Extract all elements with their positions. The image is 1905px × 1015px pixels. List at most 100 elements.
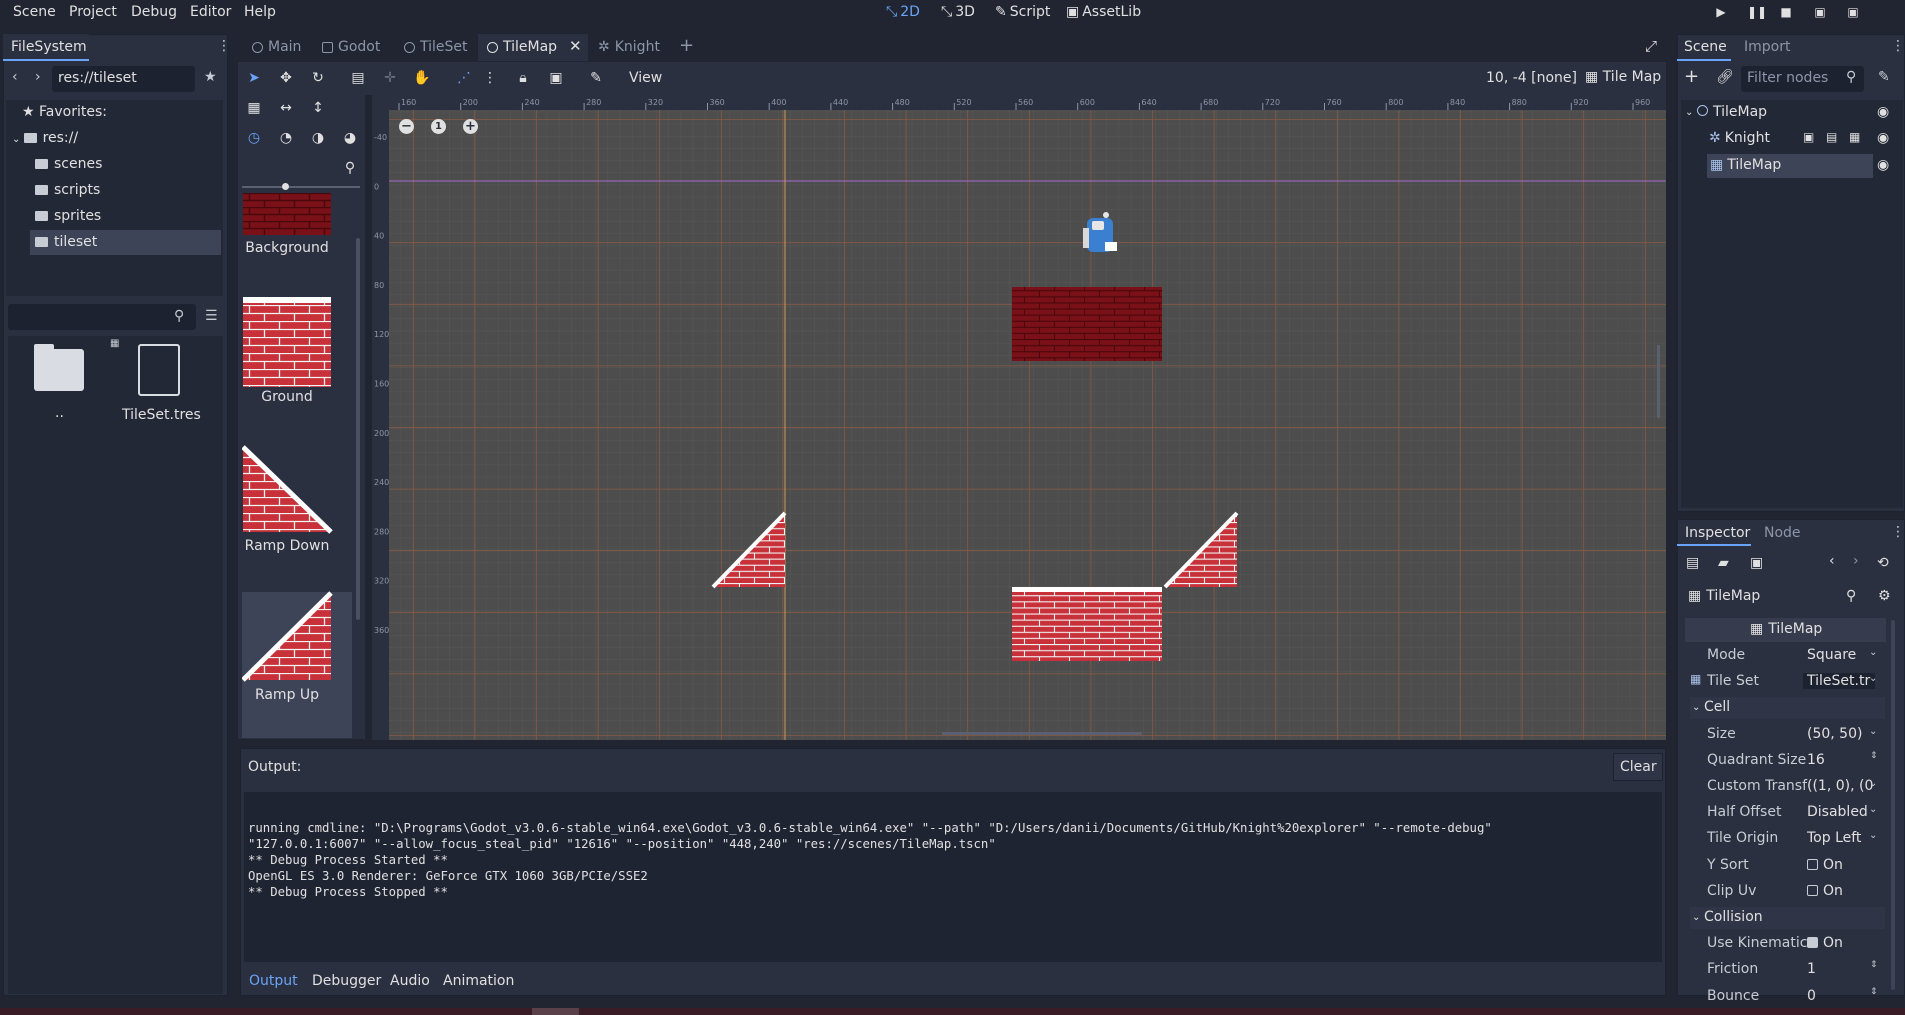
inspector-prop-tile-origin[interactable]: Tile Origin Top Left ⌄: [1690, 828, 1885, 850]
snap-icon[interactable]: ⋰: [454, 68, 474, 88]
new-tab-icon[interactable]: +: [679, 35, 694, 56]
menu-scene[interactable]: Scene: [13, 4, 56, 20]
pan-tool-icon[interactable]: ✋: [412, 68, 432, 88]
file-icon[interactable]: [138, 344, 180, 396]
dock-menu-icon[interactable]: ⋮: [1891, 38, 1905, 54]
scene-node-tilemap-root[interactable]: TileMap: [1697, 104, 1767, 120]
folder-large-icon[interactable]: [34, 349, 84, 391]
tile-label-background[interactable]: Background: [242, 240, 332, 256]
chevron-down-icon[interactable]: ⌄: [1685, 107, 1693, 118]
scene-node-tilemap[interactable]: ▦ TileMap: [1710, 157, 1781, 173]
tab-debugger[interactable]: Debugger: [312, 973, 381, 989]
inspector-prop-half-offset[interactable]: Half Offset Disabled ⌄: [1690, 802, 1885, 824]
mirror-y-icon[interactable]: ↕: [308, 98, 328, 118]
tab-output[interactable]: Output: [249, 973, 298, 989]
folder-item-scenes[interactable]: scenes: [35, 156, 102, 172]
skeleton-icon[interactable]: ✎: [586, 68, 606, 88]
visibility-eye-icon[interactable]: ◉: [1877, 130, 1889, 146]
inspector-prop-custom-transf[interactable]: Custom Transf ((1, 0), (0 ⌄: [1690, 776, 1885, 798]
rotate-180-icon[interactable]: ◑: [308, 128, 328, 148]
visibility-eye-icon[interactable]: ◉: [1877, 157, 1889, 173]
close-tab-icon[interactable]: ✕: [569, 37, 582, 55]
menu-project[interactable]: Project: [69, 4, 117, 20]
add-node-icon[interactable]: +: [1684, 66, 1699, 87]
favorite-star-icon[interactable]: ★: [204, 69, 217, 85]
tile-search-icon[interactable]: ⚲: [340, 158, 360, 178]
history-forward-icon[interactable]: ›: [1853, 553, 1859, 569]
tile-label-ramp-down[interactable]: Ramp Down: [242, 538, 332, 554]
inspector-prop-friction[interactable]: Friction 1 ⇕: [1690, 959, 1885, 981]
property-value-field[interactable]: 0: [1807, 988, 1879, 1004]
tab-main[interactable]: Main: [252, 39, 301, 55]
inspected-object[interactable]: ▦ TileMap: [1688, 588, 1760, 604]
workspace-2d-button[interactable]: ⤡ 2D: [886, 4, 920, 20]
tab-audio[interactable]: Audio: [390, 973, 430, 989]
checkbox-icon[interactable]: [1807, 858, 1818, 870]
stepper-icon[interactable]: ⇕: [1870, 960, 1878, 970]
tab-tileset[interactable]: TileSet: [404, 39, 468, 55]
new-resource-icon[interactable]: ▤: [1686, 555, 1699, 571]
chevron-down-icon[interactable]: ⌄: [1869, 830, 1877, 841]
property-value-field[interactable]: On: [1807, 883, 1879, 899]
property-value-field[interactable]: 1: [1807, 961, 1879, 977]
select-tool-icon[interactable]: ➤: [244, 68, 264, 88]
tab-import[interactable]: Import: [1744, 39, 1790, 55]
script-icon[interactable]: ▤: [1826, 130, 1837, 144]
stepper-icon[interactable]: ⇕: [1870, 751, 1878, 761]
chevron-down-icon[interactable]: ⌄: [1869, 778, 1877, 789]
stepper-icon[interactable]: ⇕: [1870, 987, 1878, 997]
distraction-free-icon[interactable]: ⤢: [1645, 37, 1657, 55]
rotate-tool-icon[interactable]: ↻: [308, 68, 328, 88]
zoom-reset-icon[interactable]: 1: [431, 119, 446, 134]
object-options-icon[interactable]: ⚙: [1878, 588, 1891, 604]
inspector-prop-clip-uv[interactable]: Clip Uv On: [1690, 881, 1885, 903]
inspector-prop-use-kinematic[interactable]: Use Kinematic On: [1690, 933, 1885, 955]
workspace-3d-button[interactable]: ⤡ 3D: [941, 4, 975, 20]
tab-godot[interactable]: Godot: [322, 39, 380, 55]
property-value-field[interactable]: On: [1807, 935, 1879, 951]
open-resource-icon[interactable]: ▰: [1718, 555, 1729, 571]
palette-scrollbar[interactable]: [356, 238, 360, 620]
scene-node-knight[interactable]: ✲ Knight: [1709, 130, 1770, 146]
object-history-icon[interactable]: ⟲: [1877, 555, 1889, 571]
history-back-icon[interactable]: ‹: [1829, 553, 1835, 569]
mirror-x-icon[interactable]: ↔: [276, 98, 296, 118]
chevron-down-icon[interactable]: ⌄: [1869, 726, 1877, 737]
zoom-in-icon[interactable]: +: [463, 119, 478, 134]
pause-icon[interactable]: ❚❚: [1747, 5, 1767, 19]
inspector-category-collision[interactable]: ⌄ Collision: [1690, 907, 1885, 929]
play-custom-scene-icon[interactable]: ▣: [1846, 5, 1860, 19]
checkbox-icon[interactable]: [1807, 937, 1818, 949]
link-icon[interactable]: 🔗︎: [1716, 69, 1734, 85]
menu-editor[interactable]: Editor: [190, 4, 231, 20]
inspector-prop-y-sort[interactable]: Y Sort On: [1690, 855, 1885, 877]
res-root-item[interactable]: ⌄ res://: [12, 130, 78, 146]
property-value-field[interactable]: On: [1807, 857, 1879, 873]
zoom-slider[interactable]: [242, 186, 360, 188]
inspector-prop-quadrant-size[interactable]: Quadrant Size 16 ⇕: [1690, 750, 1885, 772]
paint-bucket-icon[interactable]: ▦: [244, 98, 264, 118]
tilemap-editor-button[interactable]: ▦ Tile Map: [1585, 69, 1661, 85]
file-search-input[interactable]: [8, 304, 196, 330]
visibility-eye-icon[interactable]: ◉: [1877, 104, 1889, 120]
menu-debug[interactable]: Debug: [131, 4, 177, 20]
tab-node[interactable]: Node: [1764, 525, 1801, 541]
zoom-out-icon[interactable]: −: [399, 119, 414, 134]
forward-icon[interactable]: ›: [35, 69, 41, 85]
group-icon[interactable]: ▦: [1849, 130, 1860, 144]
workspace-assetlib-button[interactable]: ▣ AssetLib: [1066, 4, 1141, 20]
move-tool-icon[interactable]: ✥: [276, 68, 296, 88]
inspector-prop-tile-set[interactable]: ▦ Tile Set TileSet.tr ⌄: [1690, 671, 1885, 693]
lock-icon[interactable]: 🔒︎: [513, 68, 533, 88]
scene-options-icon[interactable]: ✎: [1878, 69, 1890, 85]
chevron-down-icon[interactable]: ⌄: [1869, 673, 1877, 684]
dock-menu-icon[interactable]: ⋮: [1891, 524, 1905, 540]
canvas-viewport[interactable]: 160 200 240 280 320 360 400 440 480 520 560 600 640 6…: [372, 95, 1666, 740]
folder-item-sprites[interactable]: sprites: [35, 208, 101, 224]
tab-knight[interactable]: ✲ Knight: [598, 39, 660, 55]
property-value-field[interactable]: 16: [1807, 752, 1879, 768]
inspector-prop-bounce[interactable]: Bounce 0 ⇕: [1690, 986, 1885, 1008]
rotate-270-icon[interactable]: ◕: [340, 128, 360, 148]
view-menu[interactable]: View: [629, 70, 662, 86]
search-icon[interactable]: ⚲: [1846, 588, 1856, 604]
